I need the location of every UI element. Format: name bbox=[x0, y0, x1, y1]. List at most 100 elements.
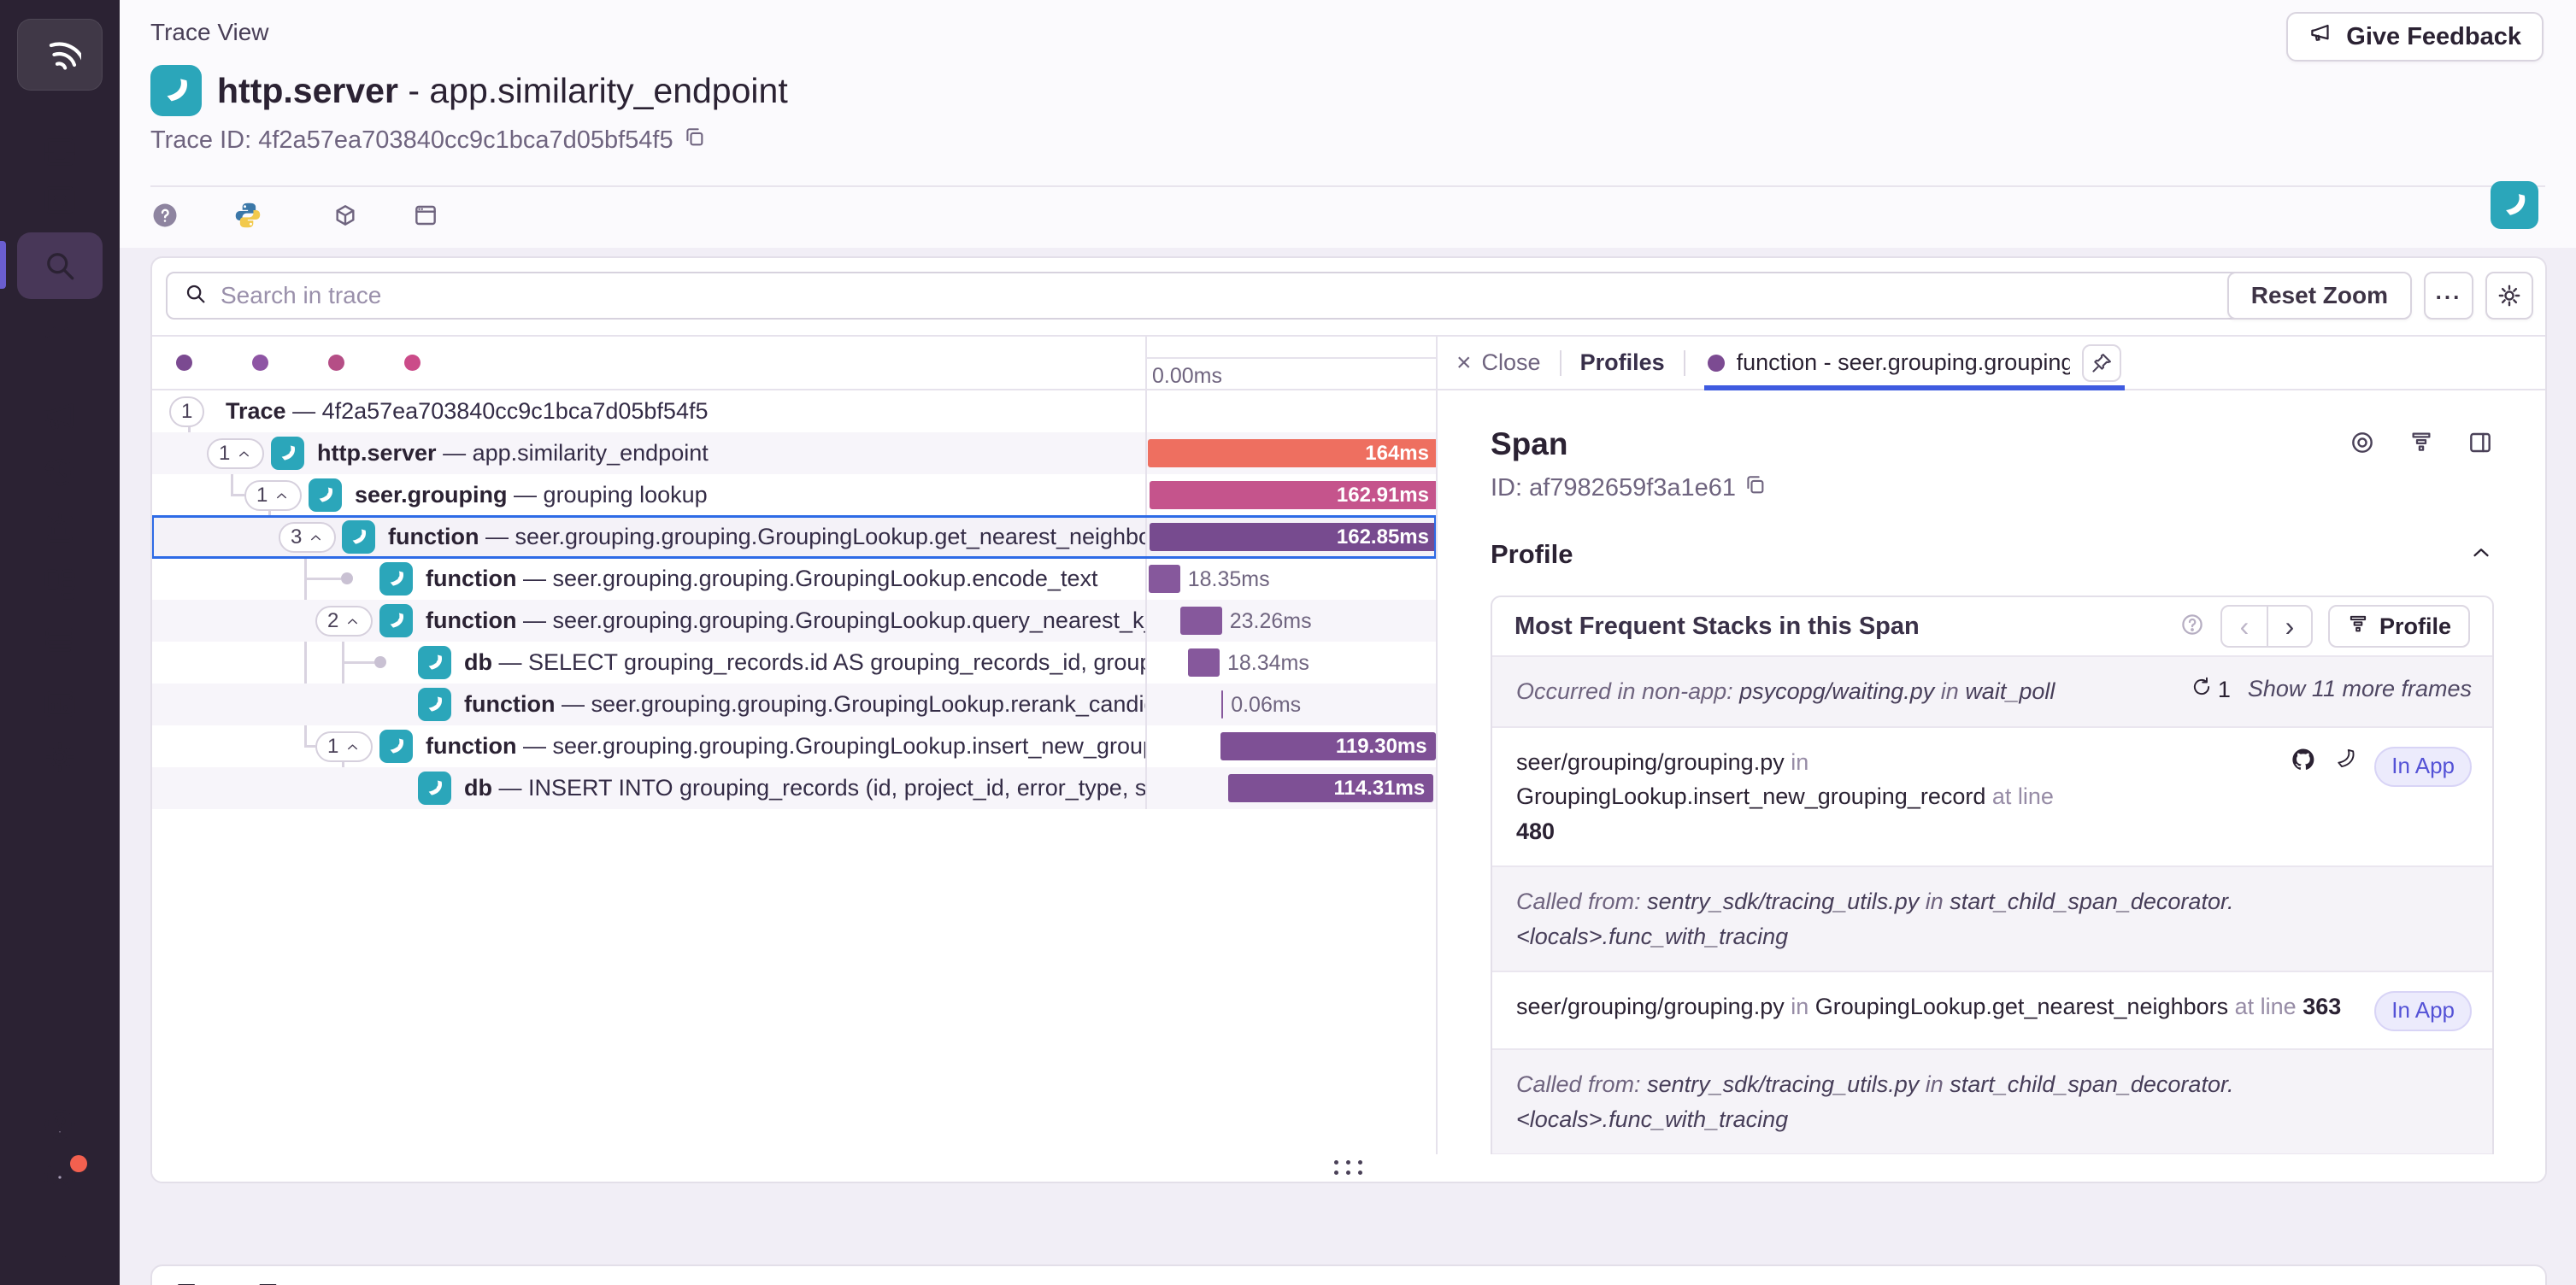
sidebar-item-sentry-logo[interactable] bbox=[17, 19, 103, 91]
tab-profiles[interactable]: Profiles bbox=[1580, 349, 1665, 376]
sidebar-item-dashboards[interactable] bbox=[0, 560, 120, 608]
settings-button[interactable] bbox=[2485, 272, 2533, 320]
timeline-cell: 162.85ms bbox=[1145, 516, 1436, 558]
github-icon[interactable] bbox=[2291, 747, 2316, 778]
span-row-selected[interactable]: 3function — seer.grouping.grouping.Group… bbox=[152, 516, 1436, 558]
legend-item-function[interactable] bbox=[176, 355, 213, 371]
duration-label: 119.30ms bbox=[1220, 732, 1427, 760]
in-app-badge[interactable]: In App bbox=[2374, 991, 2472, 1031]
sidebar-item-feedback[interactable] bbox=[0, 391, 120, 439]
legend-dot bbox=[176, 355, 192, 371]
reset-zoom-button[interactable]: Reset Zoom bbox=[2227, 272, 2412, 320]
insights-icon bbox=[41, 685, 79, 723]
legend-dot bbox=[328, 355, 344, 371]
sidebar-item-collapse[interactable] bbox=[0, 1232, 120, 1280]
search-input[interactable] bbox=[221, 282, 2236, 309]
span-detail-panel: × Close Profiles function - seer.groupin… bbox=[1436, 337, 2545, 1154]
children-count-pill[interactable]: 1 bbox=[207, 438, 264, 469]
sidebar-item-alerts[interactable] bbox=[0, 504, 120, 552]
stack-context-row: Called from: sentry_sdk/tracing_utils.py… bbox=[1492, 1048, 2492, 1153]
legend-item-db[interactable] bbox=[252, 355, 289, 371]
timeline-cell: 18.34ms bbox=[1145, 642, 1436, 684]
duration-label: 23.26ms bbox=[1230, 607, 1312, 635]
sidebar-item-broadcast[interactable] bbox=[0, 1153, 120, 1201]
sidebar-item-issues[interactable] bbox=[0, 128, 120, 176]
legend-item-http-server[interactable] bbox=[328, 355, 365, 371]
children-count-pill[interactable]: 1 bbox=[169, 396, 204, 427]
children-count-pill[interactable]: 3 bbox=[279, 522, 336, 553]
span-row[interactable]: 1function — seer.grouping.grouping.Group… bbox=[152, 725, 1436, 767]
chevron-up-icon[interactable] bbox=[2494, 1278, 2520, 1285]
stack-frame-row[interactable]: seer/grouping/grouping.py in GroupingLoo… bbox=[1492, 971, 2492, 1048]
drag-handle[interactable] bbox=[1334, 1160, 1363, 1176]
seer-project-icon bbox=[418, 646, 451, 679]
span-duration-bar[interactable] bbox=[1221, 690, 1224, 719]
span-duration-bar[interactable] bbox=[1188, 648, 1220, 677]
sidebar-item-projects[interactable] bbox=[0, 617, 120, 665]
give-feedback-button[interactable]: Give Feedback bbox=[2286, 12, 2544, 62]
prev-stack-button[interactable]: ‹ bbox=[2222, 607, 2267, 646]
meta-item bbox=[232, 200, 291, 238]
side-panel-icon[interactable] bbox=[2467, 429, 2494, 461]
replays-icon bbox=[41, 453, 79, 490]
seer-project-icon bbox=[379, 604, 413, 637]
pin-tab-button[interactable] bbox=[2082, 344, 2121, 382]
duration-label: 162.91ms bbox=[1150, 481, 1429, 509]
trace-tags-panel: Trace Tags bbox=[150, 1264, 2547, 1285]
legend-item-seer-grouping[interactable] bbox=[404, 355, 441, 371]
seer-project-icon bbox=[379, 562, 413, 596]
trace-tags-title: Trace Tags bbox=[178, 1278, 323, 1285]
profile-section-header[interactable]: Profile bbox=[1491, 539, 2494, 570]
span-row[interactable]: 2function — seer.grouping.grouping.Group… bbox=[152, 600, 1436, 642]
sidebar-item-explore[interactable] bbox=[0, 176, 120, 224]
projects-icon bbox=[41, 622, 79, 660]
next-stack-button[interactable]: › bbox=[2267, 607, 2311, 646]
span-row[interactable]: db — SELECT grouping_records.id AS group… bbox=[152, 642, 1436, 684]
trace-id: Trace ID: 4f2a57ea703840cc9c1bca7d05bf54… bbox=[150, 125, 706, 155]
refresh-icon bbox=[2191, 676, 2213, 704]
sidebar-item-replays[interactable] bbox=[0, 448, 120, 496]
span-row[interactable]: function — seer.grouping.grouping.Groupi… bbox=[152, 558, 1436, 600]
open-profile-button[interactable]: Profile bbox=[2328, 605, 2470, 648]
help-icon[interactable] bbox=[2179, 612, 2205, 642]
stack-context-row: Occurred in non-app: psycopg/waiting.py … bbox=[1492, 655, 2492, 726]
children-count-pill[interactable]: 2 bbox=[315, 606, 373, 637]
tab-active-span[interactable]: function - seer.grouping.grouping.G… bbox=[1704, 337, 2125, 389]
seer-project-icon bbox=[342, 520, 375, 554]
profile-flame-icon[interactable] bbox=[2408, 429, 2434, 461]
span-row[interactable]: 1Trace — 4f2a57ea703840cc9c1bca7d05bf54f… bbox=[152, 390, 1436, 432]
sidebar-item-help[interactable] bbox=[0, 1100, 120, 1148]
close-tab-button[interactable]: × Close bbox=[1456, 349, 1541, 376]
copy-icon[interactable] bbox=[682, 125, 706, 155]
copy-icon[interactable] bbox=[1743, 472, 1767, 503]
span-row[interactable]: 1http.server — app.similarity_endpoint16… bbox=[152, 432, 1436, 474]
span-id: ID: af7982659f3a1e61 bbox=[1491, 472, 2494, 503]
sidebar-item-performance[interactable] bbox=[0, 309, 120, 357]
span-row[interactable]: db — INSERT INTO grouping_records (id, p… bbox=[152, 767, 1436, 809]
sidebar-item-search[interactable] bbox=[17, 232, 103, 299]
sidebar-item-settings[interactable] bbox=[0, 733, 120, 781]
legend-dot bbox=[252, 355, 268, 371]
span-row[interactable]: function — seer.grouping.grouping.Groupi… bbox=[152, 684, 1436, 725]
show-more-frames-link[interactable]: Show 11 more frames bbox=[2248, 676, 2472, 702]
focus-span-icon[interactable] bbox=[2349, 429, 2376, 461]
chevron-up-icon bbox=[273, 488, 290, 504]
in-app-badge[interactable]: In App bbox=[2374, 747, 2472, 787]
sidebar-item-insights[interactable] bbox=[0, 680, 120, 728]
children-count-pill[interactable]: 1 bbox=[315, 731, 373, 762]
span-duration-bar[interactable] bbox=[1180, 607, 1221, 635]
op-legend bbox=[152, 337, 1145, 389]
span-row[interactable]: 1seer.grouping — grouping lookup162.91ms bbox=[152, 474, 1436, 516]
project-icon bbox=[150, 65, 202, 116]
tree-header: 0.00ms bbox=[152, 337, 1436, 390]
seer-icon[interactable] bbox=[2333, 747, 2357, 777]
search-box[interactable] bbox=[166, 272, 2253, 320]
chevron-up-icon bbox=[2468, 540, 2494, 570]
stack-frame-row[interactable]: seer/grouping/grouping.py in GroupingLoo… bbox=[1492, 726, 2492, 866]
span-duration-bar[interactable] bbox=[1149, 565, 1180, 593]
more-options-button[interactable]: ... bbox=[2424, 272, 2473, 320]
children-count-pill[interactable]: 1 bbox=[244, 480, 302, 511]
duration-label: 162.85ms bbox=[1150, 523, 1429, 551]
timeline-cell: 23.26ms bbox=[1145, 600, 1436, 642]
span-rows: 1Trace — 4f2a57ea703840cc9c1bca7d05bf54f… bbox=[152, 390, 1436, 1154]
